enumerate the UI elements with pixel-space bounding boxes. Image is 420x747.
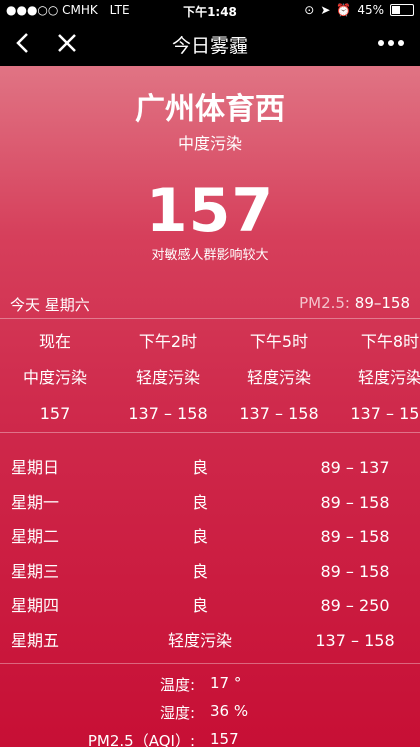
battery-fill: [392, 6, 401, 14]
hourly-time: 现在: [38, 332, 71, 351]
hourly-item: 现在 中度污染 157: [0, 324, 110, 432]
daily-range: 89 – 158: [320, 561, 390, 581]
daily-row: 星期二 良 89 – 158: [0, 520, 420, 555]
daily-range: 89 – 137: [320, 458, 390, 477]
daily-row: 星期四 良 89 – 250: [0, 589, 420, 624]
daily-forecast: 星期日 良 89 – 137 星期一 良 89 – 158 星期二 良 89 –…: [0, 451, 420, 658]
hourly-value: 157: [39, 404, 71, 423]
daily-range: 89 – 158: [320, 492, 390, 512]
daily-day: 星期日: [11, 458, 60, 477]
daily-status: 良: [191, 527, 209, 546]
status-bar: ●●●○○ CMHK LTE 下午1:48 ⊙ ➤ ⏰ 45%: [0, 0, 420, 20]
divider: [0, 432, 420, 433]
more-button[interactable]: [374, 28, 408, 58]
daily-row: 星期三 良 89 – 158: [0, 555, 420, 590]
daily-day: 星期三: [11, 561, 60, 581]
air-quality-panel: 广州体育西 中度污染 157 对敏感人群影响较大 今天 星期六 PM2.5: 8…: [0, 66, 420, 747]
pollution-level: 中度污染: [177, 134, 242, 153]
detail-value: 36 %: [210, 702, 249, 720]
hourly-item: 下午2时 轻度污染 137 – 158: [113, 324, 223, 432]
hourly-time: 下午8时: [360, 332, 420, 351]
hourly-item: 下午5时 轻度污染 137 – 158: [224, 324, 334, 432]
daily-row: 星期五 轻度污染 137 – 158: [0, 624, 420, 659]
orientation-lock-icon: ⊙: [304, 3, 315, 17]
today-row: 今天 星期六 PM2.5: 89–158: [10, 294, 410, 316]
hourly-time: 下午5时: [249, 332, 309, 351]
detail-value: 17 °: [210, 674, 242, 692]
daily-row: 星期日 良 89 – 137: [0, 451, 420, 486]
aqi-value: 157: [145, 176, 275, 246]
daily-day: 星期四: [11, 596, 60, 615]
hourly-level: 轻度污染: [357, 368, 420, 387]
health-note: 对敏感人群影响较大: [151, 248, 269, 263]
daily-status: 良: [191, 492, 209, 512]
hourly-time: 下午2时: [138, 332, 198, 351]
daily-status: 良: [191, 561, 209, 581]
station-name: 广州体育西: [135, 92, 285, 127]
battery-icon: [390, 4, 414, 16]
alarm-icon: ⏰: [336, 3, 352, 17]
detail-key: 湿度:: [159, 704, 195, 722]
more-icon: [378, 40, 404, 46]
detail-key: PM2.5（AQI）:: [87, 732, 195, 747]
daily-range: 137 – 158: [315, 630, 395, 650]
status-icons: ⊙ ➤ ⏰ 45%: [304, 3, 414, 17]
daily-day: 星期二: [11, 527, 60, 546]
pm25-range: PM2.5: 89–158: [299, 294, 410, 312]
battery-percent: 45%: [357, 3, 384, 17]
daily-status: 良: [191, 458, 209, 477]
daily-day: 星期五: [11, 630, 60, 650]
hourly-level: 轻度污染: [246, 368, 311, 387]
daily-row: 星期一 良 89 – 158: [0, 486, 420, 521]
divider: [0, 663, 420, 664]
hourly-value: 137 – 158: [350, 404, 420, 423]
page-title: 今日雾霾: [171, 35, 248, 57]
pm25-label: PM2.5:: [299, 294, 350, 312]
divider: [0, 318, 420, 319]
daily-range: 89 – 250: [320, 596, 390, 615]
pm25-value: 89–158: [354, 294, 410, 312]
hourly-level: 轻度污染: [135, 368, 200, 387]
daily-range: 89 – 158: [320, 527, 390, 546]
daily-day: 星期一: [11, 492, 60, 512]
navigation-bar: 今日雾霾: [0, 20, 420, 66]
detail-value: 157: [210, 730, 239, 747]
hourly-value: 137 – 158: [239, 404, 319, 423]
today-label: 今天 星期六: [10, 296, 90, 314]
hourly-level: 中度污染: [22, 368, 87, 387]
daily-status: 轻度污染: [167, 630, 233, 650]
detail-key: 温度:: [159, 676, 195, 694]
location-icon: ➤: [320, 3, 331, 17]
hourly-item: 下午8时 轻度污染 137 – 158: [335, 324, 420, 432]
daily-status: 良: [191, 596, 209, 615]
hourly-value: 137 – 158: [128, 404, 208, 423]
